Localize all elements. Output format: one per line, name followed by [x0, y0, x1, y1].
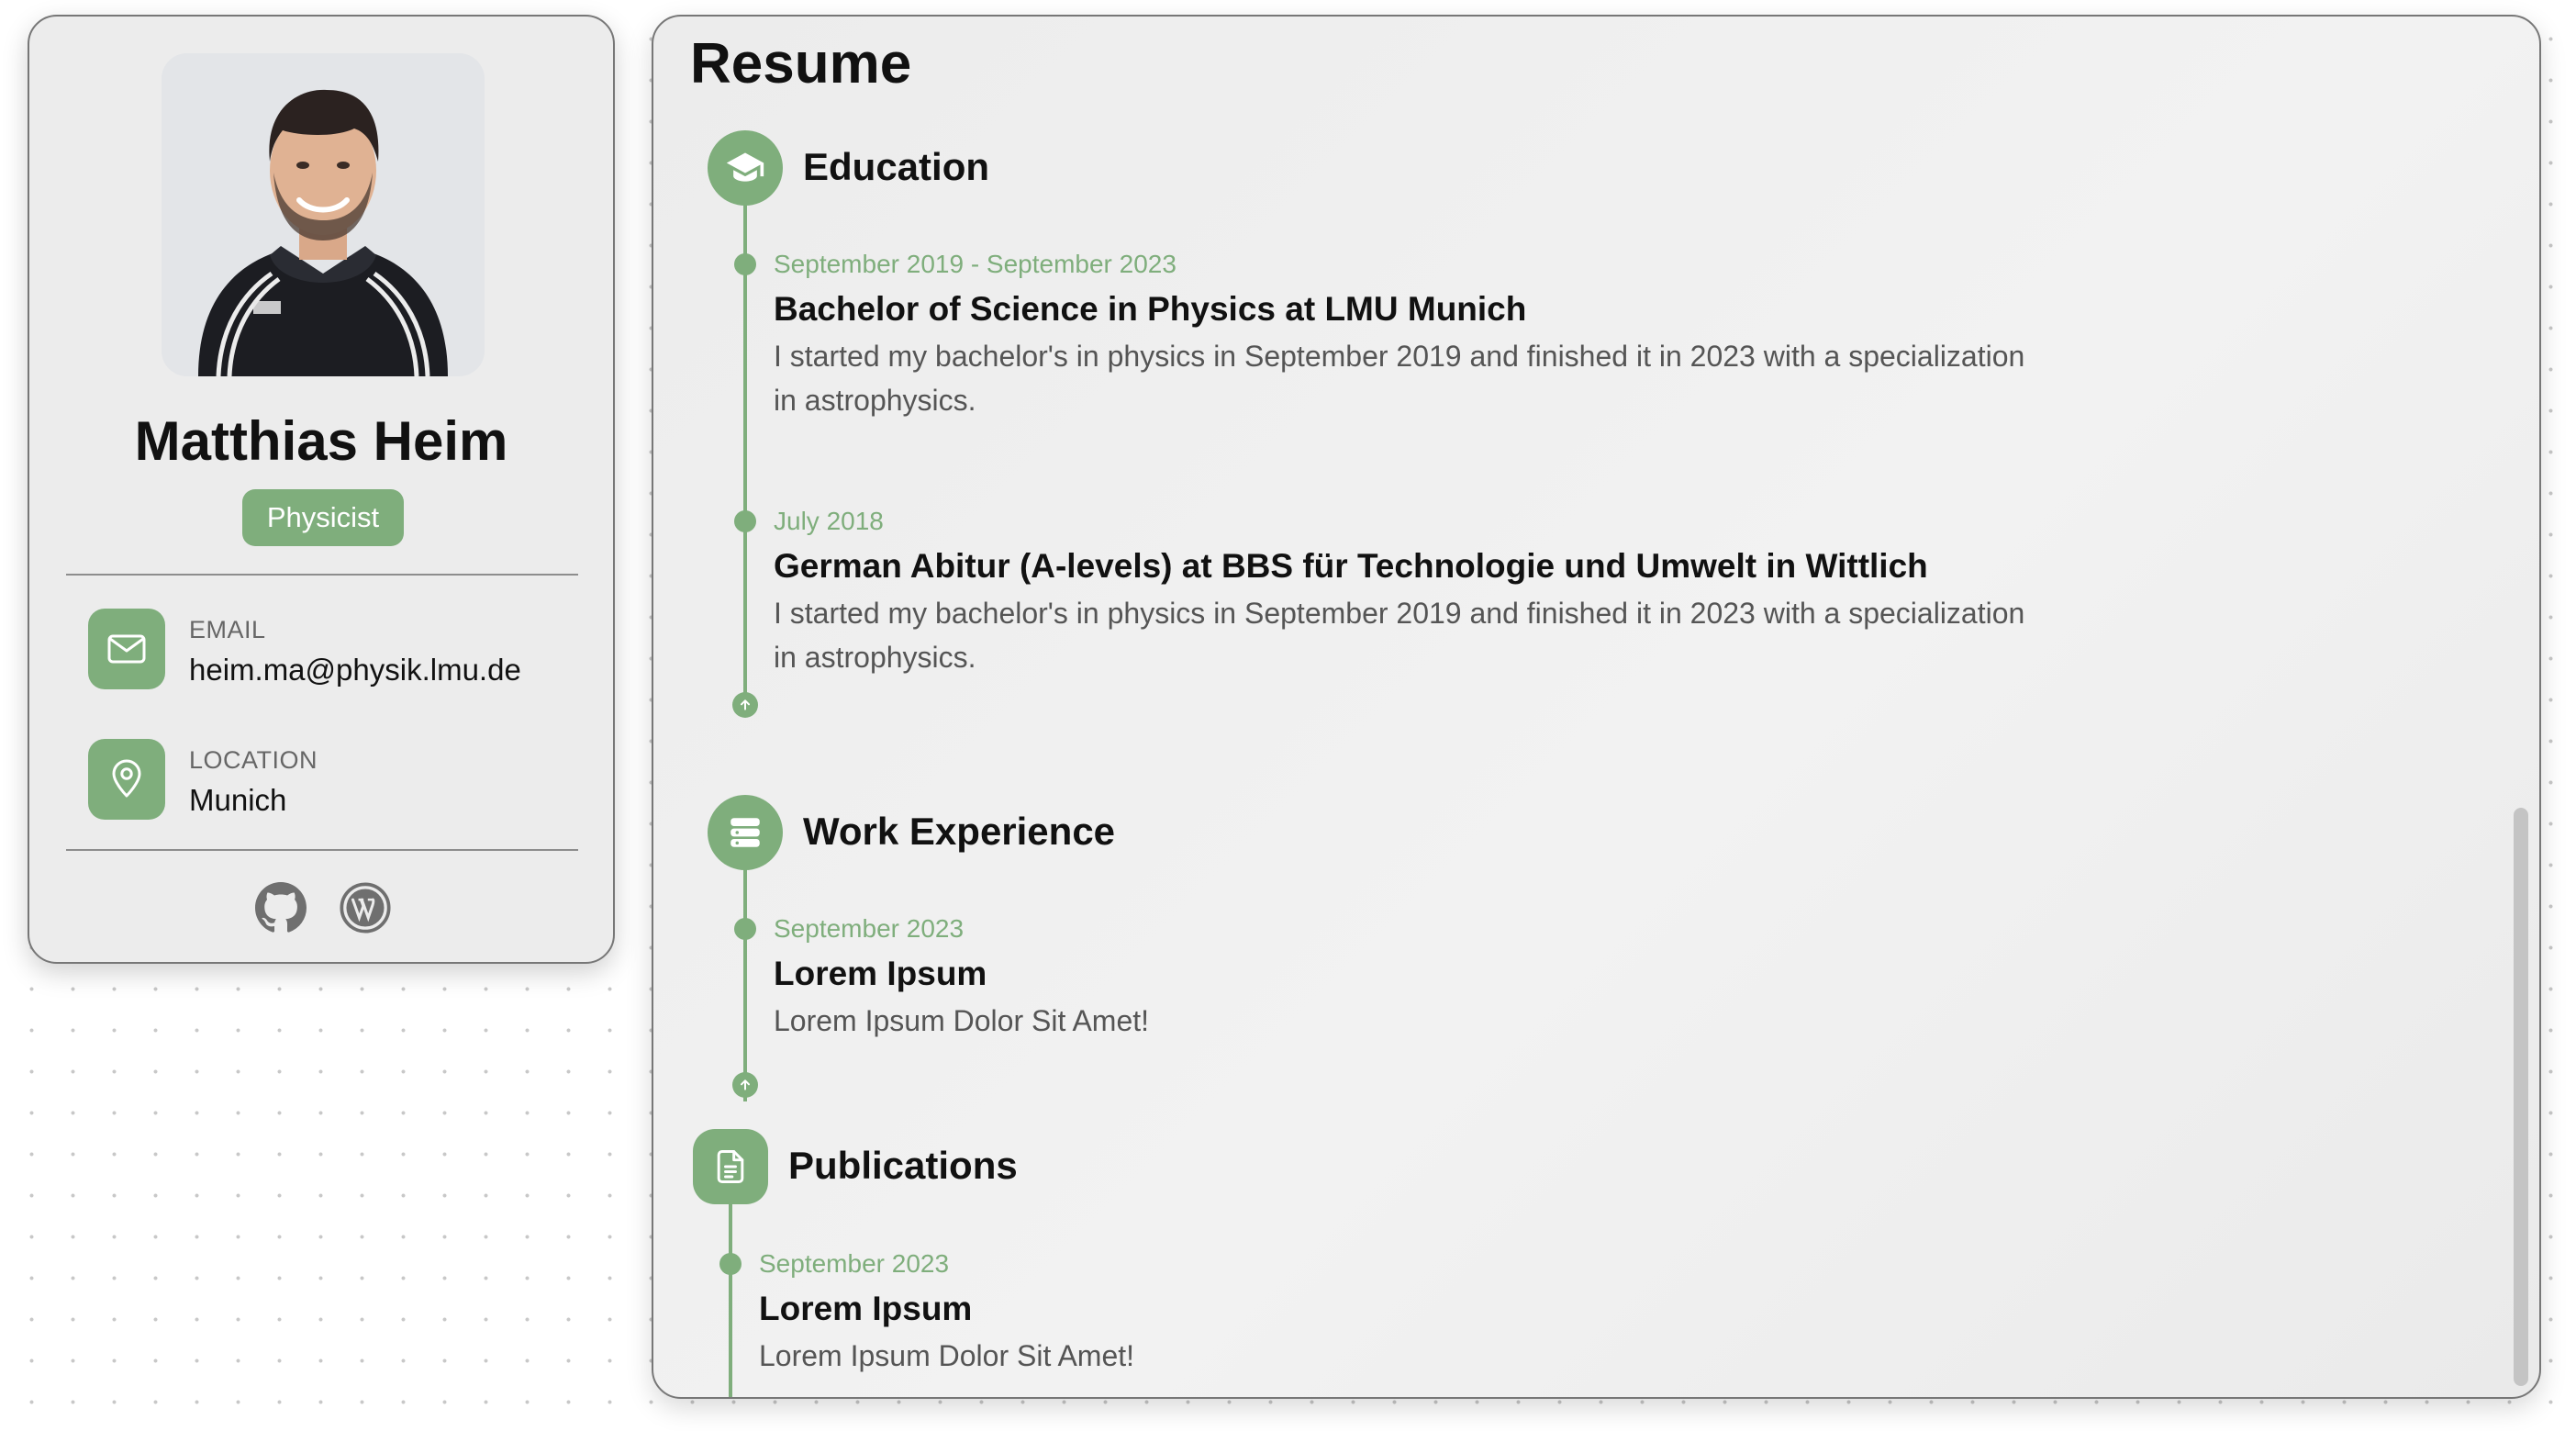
- profile-photo: [162, 53, 485, 376]
- entry-description-line: Lorem Ipsum Dolor Sit Amet!: [774, 1004, 1150, 1037]
- email-label: EMAIL: [189, 616, 266, 643]
- entry-description-line: I started my bachelor's in physics in Se…: [774, 340, 2025, 373]
- entry-description: I started my bachelor's in physics in Se…: [774, 334, 2058, 422]
- timeline-dot: [719, 1253, 742, 1275]
- section-title-work-experience: Work Experience: [803, 810, 1116, 853]
- profile-card: Matthias Heim Physicist EMAIL heim.ma@ph…: [28, 15, 615, 964]
- section-title-education: Education: [803, 145, 990, 188]
- timeline-line: [743, 198, 747, 712]
- entry-date: September 2023: [774, 914, 965, 943]
- arrow-up-icon[interactable]: [732, 692, 758, 718]
- mail-icon: [88, 609, 165, 689]
- role-badge: Physicist: [242, 489, 404, 546]
- timeline-line: [743, 863, 747, 1101]
- entry-title: Bachelor of Science in Physics at LMU Mu…: [774, 290, 1527, 328]
- map-pin-icon: [88, 739, 165, 820]
- divider: [66, 574, 578, 576]
- entry-description-line: Lorem Ipsum Dolor Sit Amet!: [759, 1339, 1135, 1372]
- entry-title: German Abitur (A-levels) at BBS für Tech…: [774, 547, 1928, 585]
- email-link[interactable]: heim.ma@physik.lmu.de: [189, 653, 521, 688]
- entry-description-line: in astrophysics.: [774, 641, 976, 674]
- scrollbar-thumb[interactable]: [2514, 808, 2528, 1386]
- section-title-publications: Publications: [788, 1144, 1018, 1187]
- entry-description-line: in astrophysics.: [774, 384, 976, 417]
- contact-location: LOCATION Munich: [88, 739, 547, 822]
- resume-panel: Resume Education September 2019 - Septem…: [652, 15, 2541, 1399]
- entry-title: Lorem Ipsum: [774, 955, 987, 992]
- divider: [66, 849, 578, 851]
- resume-title: Resume: [690, 32, 912, 95]
- entry-title: Lorem Ipsum: [759, 1290, 973, 1327]
- profile-name: Matthias Heim: [134, 410, 508, 472]
- entry-description: Lorem Ipsum Dolor Sit Amet!: [774, 999, 2058, 1043]
- entry-date: July 2018: [774, 507, 884, 535]
- wordpress-icon[interactable]: [340, 882, 391, 934]
- entry-date: September 2019 - September 2023: [774, 250, 1176, 278]
- arrow-up-icon[interactable]: [732, 1072, 758, 1098]
- contact-email: EMAIL heim.ma@physik.lmu.de: [88, 609, 547, 691]
- timeline-dot: [734, 253, 756, 275]
- location-value: Munich: [189, 783, 287, 817]
- location-label: LOCATION: [189, 746, 318, 774]
- document-icon: [693, 1129, 768, 1204]
- entry-description: I started my bachelor's in physics in Se…: [774, 591, 2058, 679]
- github-icon[interactable]: [255, 882, 307, 934]
- timeline-line: [729, 1197, 732, 1397]
- timeline-dot: [734, 510, 756, 532]
- server-stack-icon: [708, 795, 783, 870]
- timeline-dot: [734, 918, 756, 940]
- entry-date: September 2023: [759, 1249, 950, 1278]
- entry-description: Lorem Ipsum Dolor Sit Amet!: [759, 1334, 2044, 1378]
- graduation-cap-icon: [708, 130, 783, 206]
- entry-description-line: I started my bachelor's in physics in Se…: [774, 597, 2025, 630]
